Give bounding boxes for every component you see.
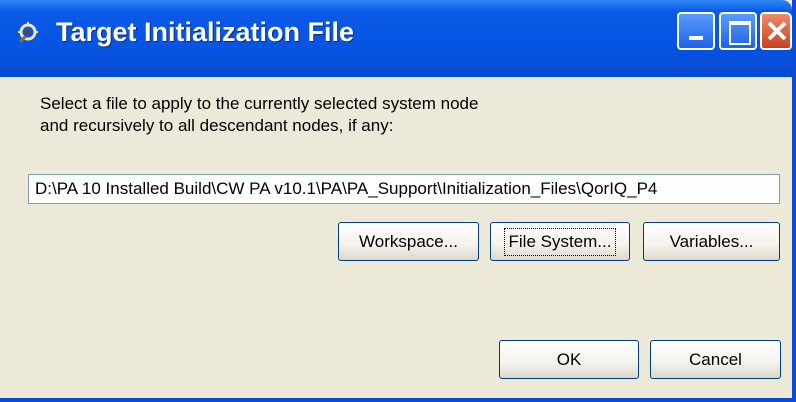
variables-button[interactable]: Variables... [643,222,780,261]
ok-button[interactable]: OK [499,340,639,379]
file-system-button[interactable]: File System... [490,222,630,261]
workspace-button[interactable]: Workspace... [338,222,479,261]
cancel-button-label: Cancel [689,349,742,369]
description-text: Select a file to apply to the currently … [40,94,479,135]
maximize-button[interactable] [719,12,757,50]
file-path-input[interactable] [28,174,780,204]
file-system-button-label: File System... [503,227,617,256]
maximize-icon [729,21,751,45]
close-icon [764,16,790,51]
workspace-button-label: Workspace... [359,231,458,251]
ok-button-label: OK [556,349,582,369]
variables-button-label: Variables... [669,231,754,251]
target-gear-icon [14,20,42,48]
close-button[interactable] [760,12,792,50]
cancel-button[interactable]: Cancel [650,340,781,379]
minimize-button[interactable] [677,12,715,50]
dialog-window: Target Initialization File Select a file… [0,0,796,402]
dialog-title: Target Initialization File [56,17,355,47]
title-bar[interactable]: Target Initialization File [0,0,792,77]
minimize-icon [689,36,703,40]
